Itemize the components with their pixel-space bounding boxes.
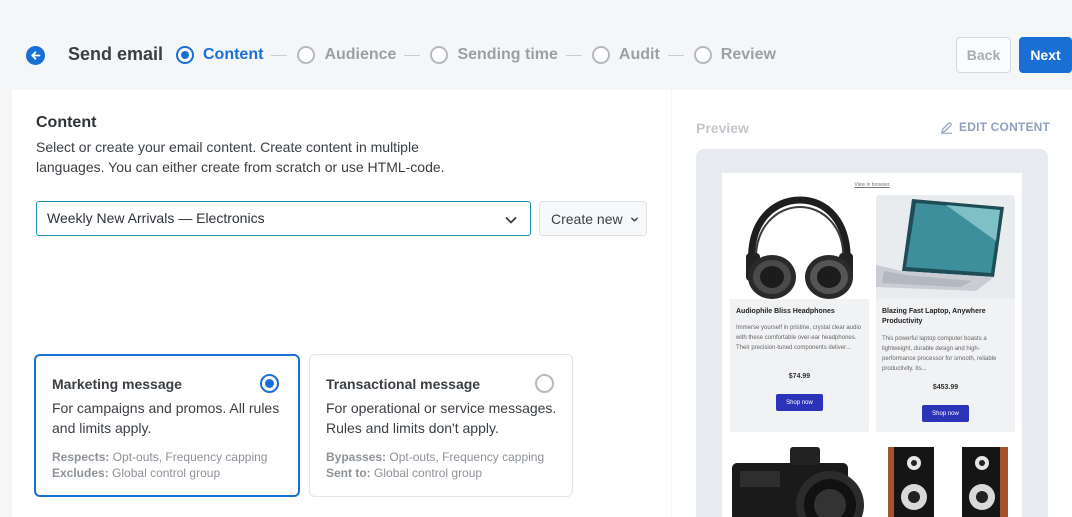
product-card: Blazing Fast Laptop, Anywhere Productivi… <box>876 195 1015 432</box>
camera-image <box>730 441 869 517</box>
email-preview-frame: View in browser Audiophile Bliss Headpho… <box>696 149 1048 517</box>
pencil-icon <box>940 121 953 134</box>
back-button[interactable]: Back <box>956 37 1011 73</box>
product-card <box>876 441 1015 517</box>
chevron-down-icon <box>505 217 517 224</box>
step-label: Sending time <box>457 46 558 63</box>
step-label: Content <box>203 46 264 63</box>
page-title: Send email <box>68 44 164 64</box>
meta-key: Bypasses: <box>326 450 387 464</box>
meta-value: Opt-outs, Frequency capping <box>389 450 545 464</box>
edit-content-label: EDIT CONTENT <box>959 120 1051 134</box>
content-panel: Content Select or create your email cont… <box>12 90 671 517</box>
view-in-browser-link[interactable]: View in browser <box>722 182 1022 188</box>
edit-content-button[interactable]: EDIT CONTENT <box>940 120 1050 134</box>
back-arrow-icon[interactable] <box>26 46 45 65</box>
create-new-label: Create new <box>551 210 623 227</box>
headphones-image <box>730 195 869 299</box>
create-new-button[interactable]: Create new <box>539 201 647 236</box>
meta-key: Excludes: <box>52 466 109 480</box>
product-price: $74.99 <box>788 373 811 380</box>
product-name: Blazing Fast Laptop, Anywhere Productivi… <box>882 308 986 325</box>
product-name: Audiophile Bliss Headphones <box>736 308 835 315</box>
radio-selected-icon[interactable] <box>260 374 279 393</box>
step-review[interactable]: Review <box>693 46 776 64</box>
preview-panel: Preview EDIT CONTENT View in browser Aud… <box>672 90 1072 517</box>
step-radio-icon <box>591 46 610 64</box>
card-meta: Respects: Opt-outs, Frequency capping Ex… <box>52 449 267 481</box>
step-audience[interactable]: Audience <box>297 46 396 64</box>
content-select[interactable]: Weekly New Arrivals — Electronics <box>36 201 531 236</box>
step-separator <box>667 54 684 56</box>
meta-key: Sent to: <box>326 466 371 480</box>
laptop-image <box>876 195 1015 299</box>
stepper: Content Audience Sending time Audit Revi… <box>176 44 776 66</box>
step-label: Review <box>720 46 776 63</box>
step-separator <box>271 54 288 56</box>
radio-unselected-icon[interactable] <box>535 374 554 393</box>
step-label: Audience <box>324 46 397 63</box>
card-description: For campaigns and promos. All rules and … <box>52 400 280 436</box>
email-body: View in browser Audiophile Bliss Headpho… <box>722 173 1022 517</box>
card-meta: Bypasses: Opt-outs, Frequency capping Se… <box>326 449 544 481</box>
meta-key: Respects: <box>52 450 110 464</box>
meta-value: Global control group <box>374 466 483 480</box>
step-radio-icon <box>693 46 712 64</box>
meta-value: Global control group <box>112 466 221 480</box>
product-description: This powerful laptop computer boasts a l… <box>882 336 997 372</box>
top-bar: Send email Content Audience Sending time… <box>0 0 1072 90</box>
transactional-message-card[interactable]: Transactional message For operational or… <box>309 354 573 497</box>
product-card: Audiophile Bliss Headphones Immerse your… <box>730 195 869 432</box>
step-audit[interactable]: Audit <box>591 46 660 64</box>
content-select-value: Weekly New Arrivals — Electronics <box>47 210 265 226</box>
step-separator <box>565 54 582 56</box>
marketing-message-card[interactable]: Marketing message For campaigns and prom… <box>34 354 300 497</box>
step-radio-icon <box>297 46 316 64</box>
card-title: Transactional message <box>326 376 481 392</box>
shop-now-button[interactable]: Shop now <box>776 394 823 411</box>
content-heading: Content <box>36 114 97 131</box>
speakers-image <box>876 441 1015 517</box>
step-label: Audit <box>618 46 660 63</box>
card-title: Marketing message <box>52 376 182 392</box>
step-separator <box>404 54 421 56</box>
shop-now-button[interactable]: Shop now <box>922 405 969 422</box>
product-description: Immerse yourself in pristine, crystal cl… <box>736 325 862 351</box>
content-description: Select or create your email content. Cre… <box>36 139 445 175</box>
product-card <box>730 441 869 517</box>
step-sending-time[interactable]: Sending time <box>430 46 558 64</box>
meta-value: Opt-outs, Frequency capping <box>112 450 268 464</box>
chevron-down-icon <box>630 217 638 222</box>
next-button[interactable]: Next <box>1019 37 1072 73</box>
step-radio-icon <box>176 46 194 64</box>
preview-label: Preview <box>696 120 749 136</box>
step-radio-icon <box>430 46 449 64</box>
card-description: For operational or service messages. Rul… <box>326 400 557 436</box>
product-price: $453.99 <box>932 384 959 391</box>
step-content[interactable]: Content <box>176 46 263 64</box>
